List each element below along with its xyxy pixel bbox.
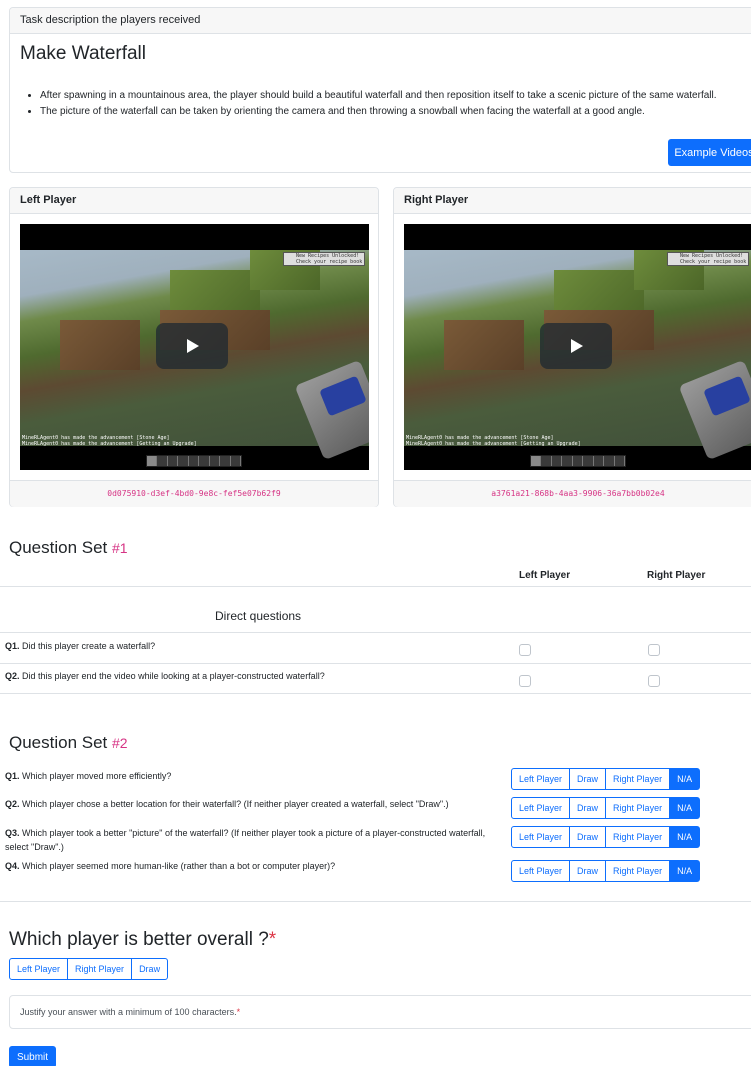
divider — [0, 586, 751, 587]
left-video-id: 0d075910-d3ef-4bd0-9e8c-fef5e07b62f9 — [10, 480, 378, 507]
question-set-1-title: Question Set #1 — [9, 538, 128, 557]
option-right-player[interactable]: Right Player — [605, 797, 671, 819]
option-left-player[interactable]: Left Player — [511, 826, 571, 848]
question-set-2-title: Question Set #2 — [9, 733, 128, 752]
task-bullets: After spawning in a mountainous area, th… — [40, 88, 717, 120]
qset2-q2-choices: Left Player Draw Right Player N/A — [511, 797, 701, 819]
option-right-player[interactable]: Right Player — [605, 826, 671, 848]
right-video-id: a3761a21-868b-4aa3-9906-36a7bb0b02e4 — [394, 480, 751, 507]
qset2-question-3: Q3. Which player took a better "picture"… — [5, 828, 486, 852]
q2-right-checkbox[interactable] — [648, 675, 660, 687]
right-player-video[interactable]: MineRLAgent0 has made the advancement [S… — [404, 224, 751, 470]
submit-button[interactable]: Submit — [9, 1046, 56, 1066]
task-card-header: Task description the players received — [10, 8, 751, 34]
option-left-player[interactable]: Left Player — [511, 797, 571, 819]
option-na[interactable]: N/A — [669, 797, 701, 819]
video-hotbar — [530, 455, 626, 467]
qset1-question-1: Q1. Did this player create a waterfall? — [5, 641, 156, 651]
video-toast: New Recipes Unlocked! Check your recipe … — [667, 252, 749, 266]
option-right-player[interactable]: Right Player — [605, 768, 671, 790]
overall-right-player[interactable]: Right Player — [67, 958, 133, 980]
example-videos-button[interactable]: Example Videos — [668, 139, 751, 166]
video-toast: New Recipes Unlocked! Check your recipe … — [283, 252, 365, 266]
left-player-video[interactable]: MineRLAgent0 has made the advancement [S… — [20, 224, 369, 470]
qset2-question-1: Q1. Which player moved more efficiently? — [5, 771, 172, 781]
divider — [0, 901, 751, 902]
overall-question-title: Which player is better overall ?* — [9, 929, 277, 950]
task-description-card: Task description the players received Ma… — [9, 7, 751, 173]
qset2-q1-choices: Left Player Draw Right Player N/A — [511, 768, 701, 790]
q1-right-checkbox[interactable] — [648, 644, 660, 656]
qset2-question-2: Q2. Which player chose a better location… — [5, 799, 449, 809]
play-icon[interactable] — [540, 323, 612, 369]
video-chat-log: MineRLAgent0 has made the advancement [S… — [22, 435, 197, 447]
direct-questions-label: Direct questions — [215, 609, 302, 623]
divider — [0, 693, 751, 694]
option-right-player[interactable]: Right Player — [605, 860, 671, 882]
task-bullet: The picture of the waterfall can be take… — [40, 104, 717, 120]
q1-left-checkbox[interactable] — [519, 644, 531, 656]
qset2-q3-choices: Left Player Draw Right Player N/A — [511, 826, 701, 848]
video-hotbar — [146, 455, 242, 467]
right-player-card: Right Player MineRLAgent0 has made the a… — [393, 187, 751, 507]
play-icon[interactable] — [156, 323, 228, 369]
right-player-header: Right Player — [394, 188, 751, 214]
justify-textarea[interactable]: Justify your answer with a minimum of 10… — [9, 995, 751, 1029]
col-left-player: Left Player — [519, 570, 571, 581]
q2-left-checkbox[interactable] — [519, 675, 531, 687]
option-na[interactable]: N/A — [669, 826, 701, 848]
overall-draw[interactable]: Draw — [131, 958, 169, 980]
task-bullet: After spawning in a mountainous area, th… — [40, 88, 717, 104]
qset1-question-2: Q2. Did this player end the video while … — [5, 671, 325, 681]
video-chat-log: MineRLAgent0 has made the advancement [S… — [406, 435, 581, 447]
option-draw[interactable]: Draw — [569, 797, 607, 819]
option-na[interactable]: N/A — [669, 768, 701, 790]
overall-choices: Left Player Right Player Draw — [9, 958, 169, 980]
divider — [0, 663, 751, 664]
option-left-player[interactable]: Left Player — [511, 860, 571, 882]
option-draw[interactable]: Draw — [569, 826, 607, 848]
qset2-q4-choices: Left Player Draw Right Player N/A — [511, 860, 701, 882]
option-draw[interactable]: Draw — [569, 768, 607, 790]
option-na[interactable]: N/A — [669, 860, 701, 882]
left-player-header: Left Player — [10, 188, 378, 214]
overall-left-player[interactable]: Left Player — [9, 958, 69, 980]
left-player-card: Left Player MineRLAgent0 has made the ad… — [9, 187, 379, 507]
divider — [0, 632, 751, 633]
option-left-player[interactable]: Left Player — [511, 768, 571, 790]
col-right-player: Right Player — [647, 570, 706, 581]
option-draw[interactable]: Draw — [569, 860, 607, 882]
qset2-question-4: Q4. Which player seemed more human-like … — [5, 861, 336, 871]
task-title: Make Waterfall — [20, 43, 146, 64]
